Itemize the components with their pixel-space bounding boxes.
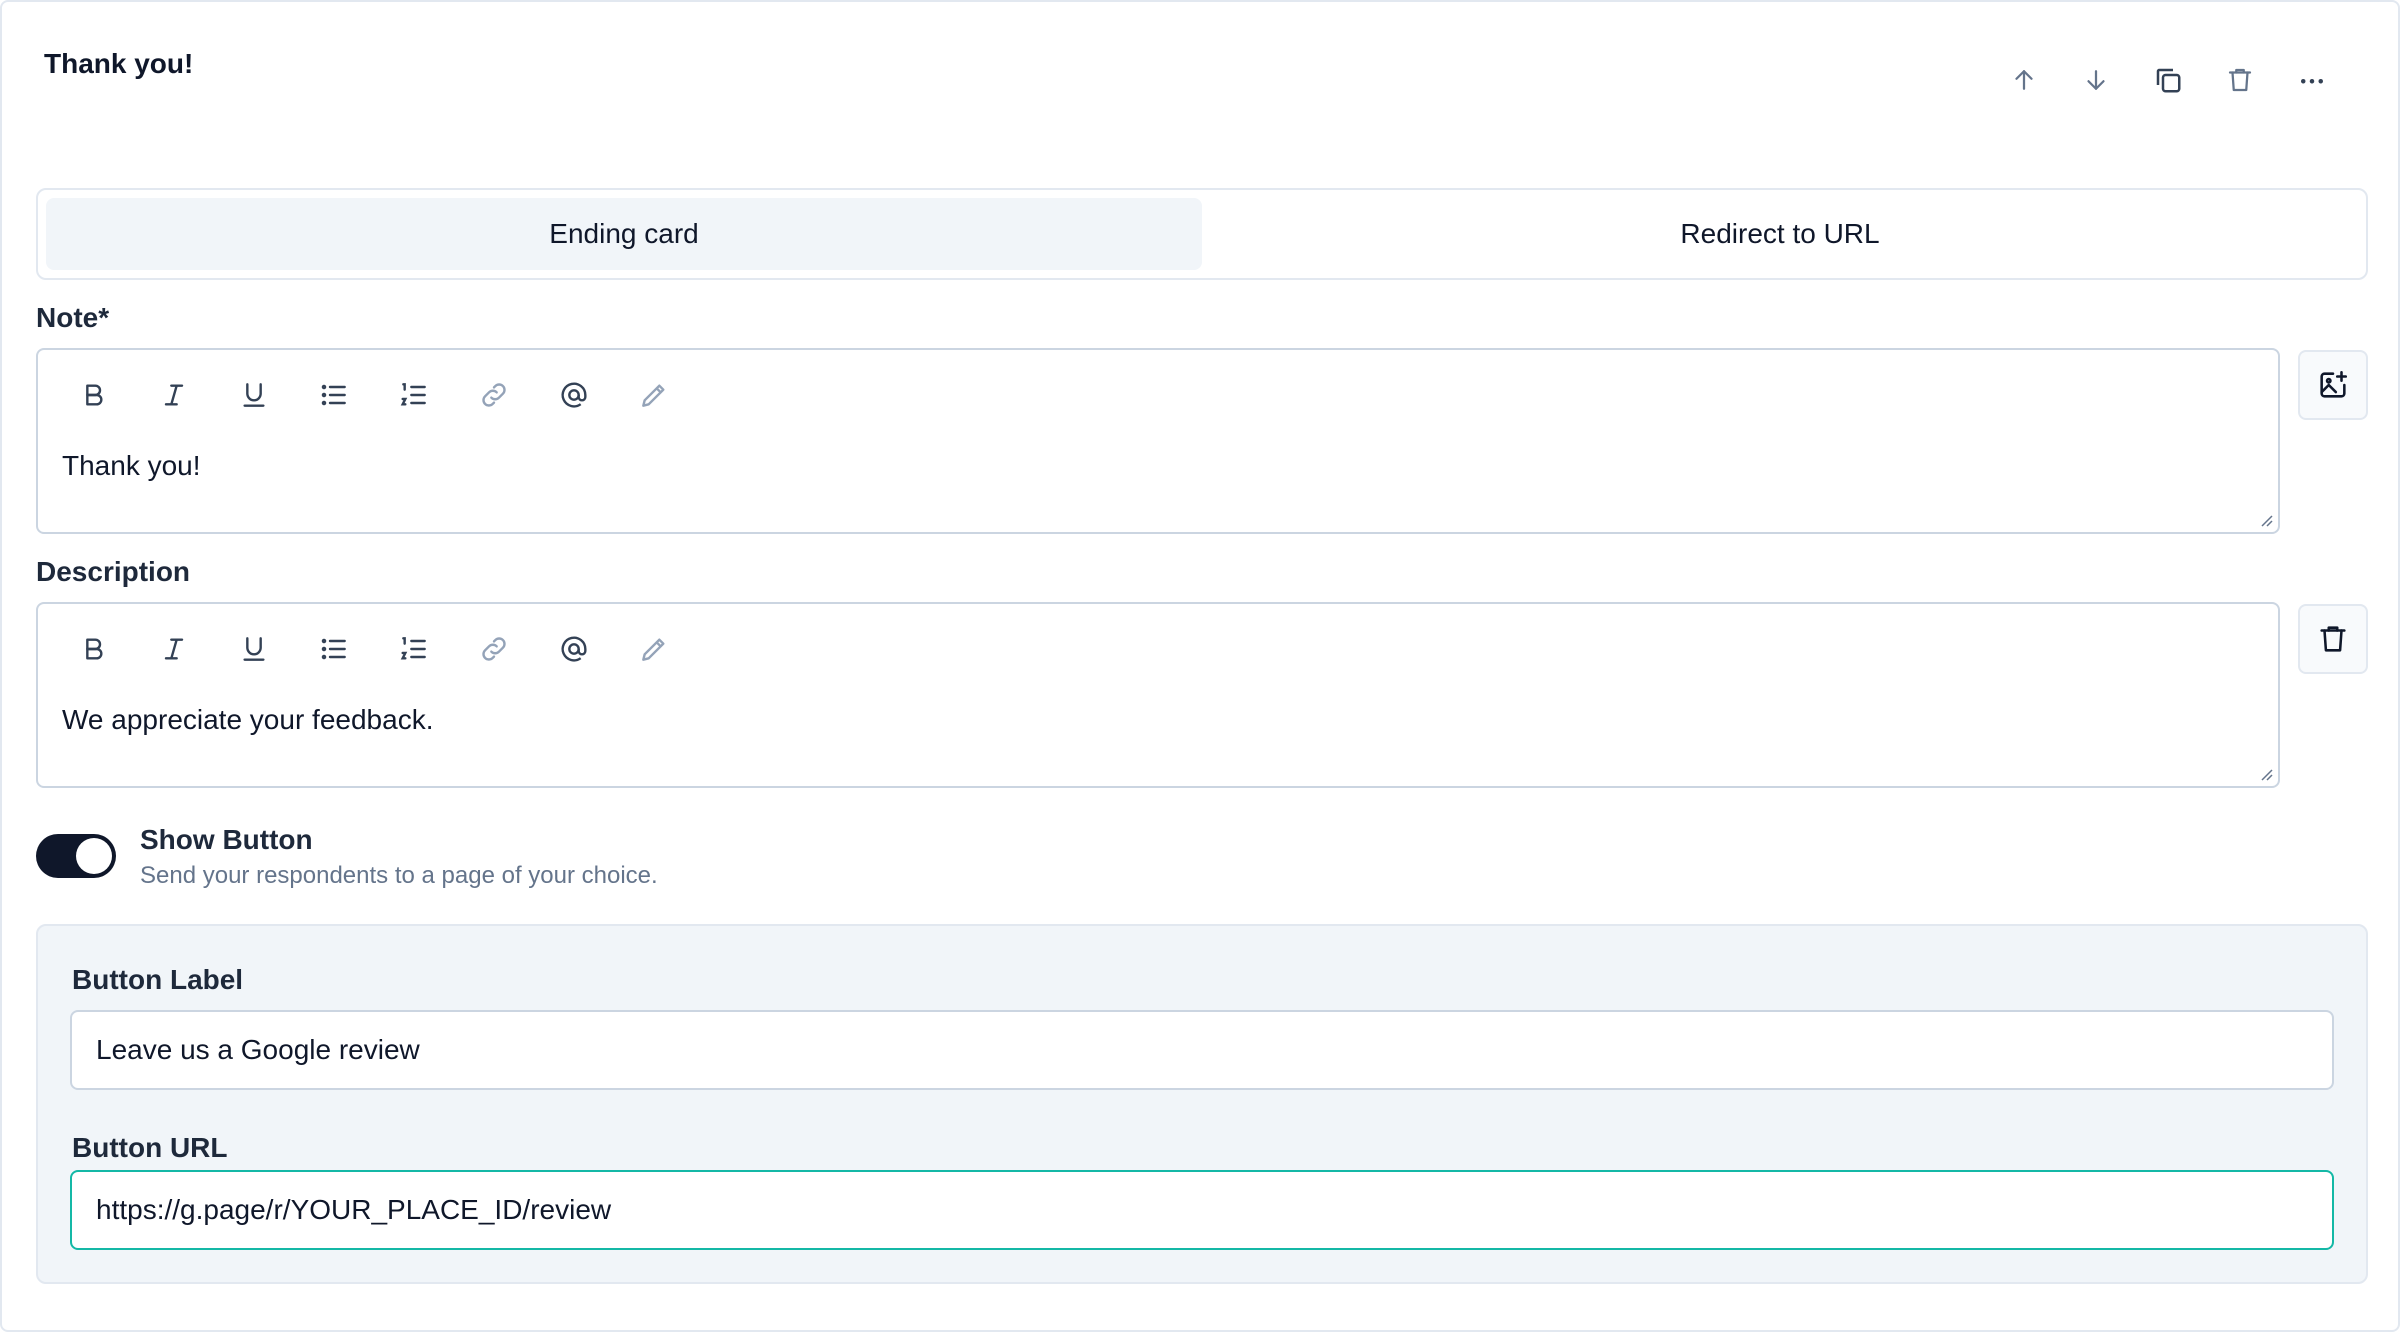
ending-card-editor: Thank you! Ending card Redirect to URL N… — [0, 0, 2400, 1332]
edit-icon — [642, 638, 665, 661]
description-toolbar — [64, 628, 704, 670]
show-button-toggle[interactable] — [36, 834, 116, 878]
button-label-label: Button Label — [72, 964, 244, 995]
underline-icon — [243, 637, 265, 661]
bold-icon — [86, 638, 103, 660]
italic-icon — [164, 384, 184, 406]
toggle-knob — [76, 838, 112, 874]
bold-button[interactable] — [64, 628, 144, 670]
button-label-input[interactable]: Leave us a Google review — [70, 1010, 2334, 1090]
add-image-button[interactable] — [2298, 350, 2368, 420]
move-up-button[interactable] — [1988, 60, 2060, 100]
numbered-list-icon — [400, 383, 426, 406]
button-url-input[interactable]: https://g.page/r/YOUR_PLACE_ID/review — [70, 1170, 2334, 1250]
delete-card-button[interactable] — [2204, 60, 2276, 100]
duplicate-icon — [2156, 68, 2181, 93]
note-editor[interactable]: Thank you! — [36, 348, 2280, 534]
card-title: Thank you! — [44, 48, 194, 79]
resize-handle-icon[interactable] — [2258, 766, 2274, 782]
link-button[interactable] — [464, 374, 544, 416]
bold-button[interactable] — [64, 374, 144, 416]
delete-description-button[interactable] — [2298, 604, 2368, 674]
description-text: We appreciate your feedback. — [62, 704, 434, 735]
tab-ending-card[interactable]: Ending card — [46, 198, 1202, 270]
numbered-list-button[interactable] — [384, 628, 464, 670]
card-actions — [1988, 60, 2348, 100]
tab-redirect-to-url[interactable]: Redirect to URL — [1202, 198, 2358, 270]
link-icon — [482, 383, 506, 407]
trash-icon — [2228, 68, 2252, 92]
trash-icon — [2320, 626, 2346, 652]
link-icon — [482, 637, 506, 661]
numbered-list-button[interactable] — [384, 374, 464, 416]
edit-icon — [642, 384, 665, 407]
link-button[interactable] — [464, 628, 544, 670]
bullet-list-button[interactable] — [304, 628, 384, 670]
mention-icon — [561, 382, 587, 408]
note-toolbar — [64, 374, 704, 416]
bullet-list-icon — [321, 384, 346, 406]
mention-icon — [561, 636, 587, 662]
edit-button[interactable] — [624, 374, 704, 416]
show-button-description: Send your respondents to a page of your … — [140, 862, 658, 889]
note-text: Thank you! — [62, 450, 201, 481]
italic-icon — [164, 638, 184, 660]
description-label: Description — [36, 556, 191, 587]
italic-button[interactable] — [144, 374, 224, 416]
bullet-list-icon — [321, 638, 346, 660]
more-options-icon — [2301, 79, 2323, 84]
bullet-list-button[interactable] — [304, 374, 384, 416]
button-settings-panel: Button Label Leave us a Google review Bu… — [36, 924, 2368, 1284]
description-editor[interactable]: We appreciate your feedback. — [36, 602, 2280, 788]
mention-button[interactable] — [544, 374, 624, 416]
italic-button[interactable] — [144, 628, 224, 670]
more-options-button[interactable] — [2276, 60, 2348, 100]
ending-type-tabs: Ending card Redirect to URL — [36, 188, 2368, 280]
numbered-list-icon — [400, 637, 426, 660]
move-down-icon — [2087, 70, 2105, 90]
show-button-title: Show Button — [140, 824, 313, 855]
add-image-icon — [2320, 370, 2348, 398]
resize-handle-icon[interactable] — [2258, 512, 2274, 528]
move-down-button[interactable] — [2060, 60, 2132, 100]
move-up-icon — [2015, 70, 2033, 90]
button-url-label: Button URL — [72, 1132, 228, 1163]
mention-button[interactable] — [544, 628, 624, 670]
underline-button[interactable] — [224, 628, 304, 670]
duplicate-button[interactable] — [2132, 60, 2204, 100]
edit-button[interactable] — [624, 628, 704, 670]
underline-icon — [243, 383, 265, 407]
bold-icon — [86, 384, 103, 406]
underline-button[interactable] — [224, 374, 304, 416]
note-label: Note* — [36, 302, 110, 333]
